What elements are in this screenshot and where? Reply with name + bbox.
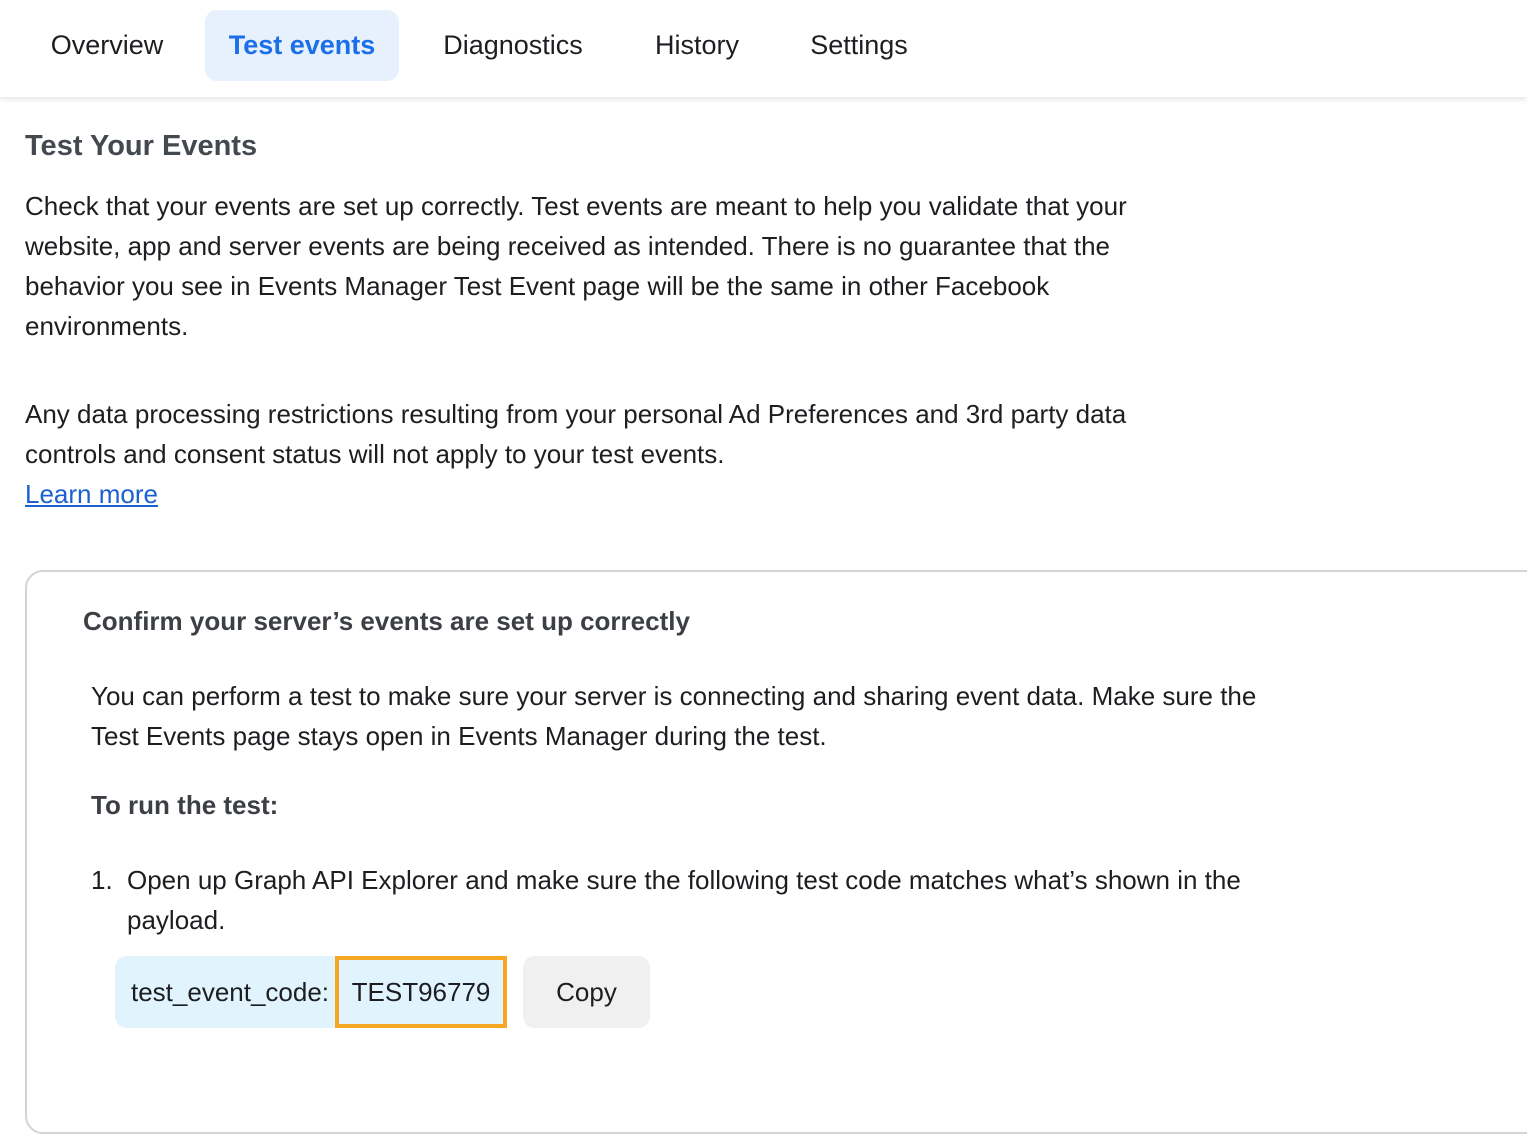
- tab-settings[interactable]: Settings: [788, 10, 930, 81]
- run-test-label: To run the test:: [91, 790, 279, 820]
- tab-test-events[interactable]: Test events: [205, 10, 399, 81]
- restrictions-paragraph: Any data processing restrictions resulti…: [25, 399, 1127, 469]
- top-navigation: Overview Test events Diagnostics History…: [0, 0, 1527, 97]
- intro-paragraph: Check that your events are set up correc…: [25, 191, 1127, 341]
- card-title: Confirm your server’s events are set up …: [83, 606, 690, 636]
- tab-overview[interactable]: Overview: [30, 10, 184, 81]
- card-description: You can perform a test to make sure your…: [91, 681, 1257, 751]
- step-number: 1.: [91, 865, 113, 895]
- test-code-value[interactable]: TEST96779: [335, 956, 507, 1028]
- page-title: Test Your Events: [25, 130, 258, 162]
- step-text: Open up Graph API Explorer and make sure…: [127, 865, 1241, 935]
- copy-button[interactable]: Copy: [523, 956, 650, 1028]
- tab-diagnostics[interactable]: Diagnostics: [420, 10, 606, 81]
- test-code-key: test_event_code:: [131, 977, 330, 1007]
- tab-history[interactable]: History: [632, 10, 762, 81]
- learn-more-link[interactable]: Learn more: [25, 474, 158, 514]
- server-events-card: [25, 570, 1527, 1134]
